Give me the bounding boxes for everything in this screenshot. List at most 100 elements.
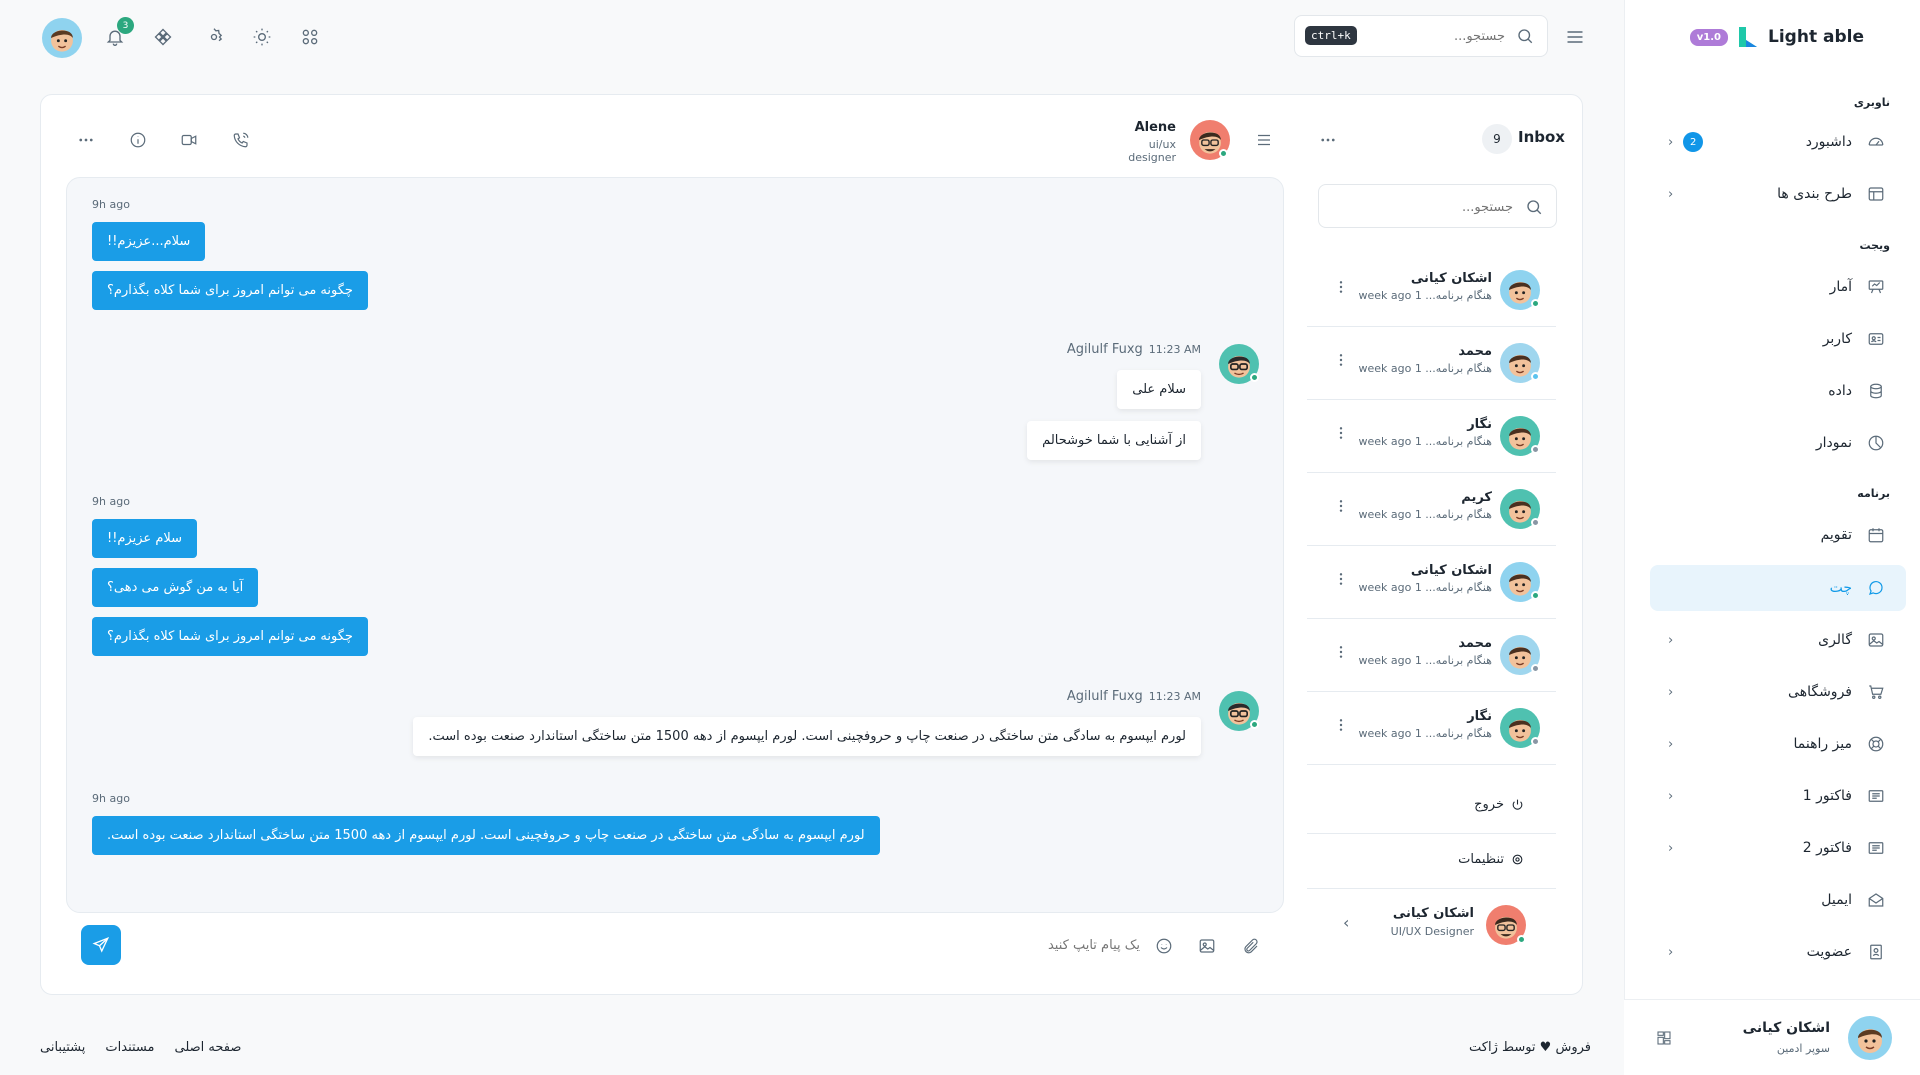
search-input[interactable] <box>1355 24 1505 48</box>
stats-icon <box>1866 277 1886 297</box>
header-avatar[interactable] <box>42 18 82 58</box>
sun-icon[interactable] <box>252 27 272 47</box>
footer-link-docs[interactable]: مستندات <box>105 1040 154 1055</box>
contact-item[interactable]: اشکان کیانی هنگام برنامه... 1 week ago <box>1307 255 1556 327</box>
layout-icon <box>1866 184 1886 204</box>
sidebar-item-label: کاربر <box>1822 331 1852 347</box>
hamburger-icon[interactable] <box>1254 130 1274 150</box>
contact-preview: هنگام برنامه... 1 week ago <box>1358 289 1492 302</box>
chevron-left-icon[interactable]: ‹ <box>1343 913 1349 932</box>
sidebar-item-helpdesk[interactable]: میز راهنما ‹ <box>1650 721 1906 767</box>
invoice-icon <box>1866 838 1886 858</box>
database-icon <box>1866 381 1886 401</box>
contact-preview: هنگام برنامه... 1 week ago <box>1358 727 1492 740</box>
kebab-menu-icon[interactable] <box>1333 717 1349 733</box>
menu-toggle-icon[interactable] <box>1565 27 1585 47</box>
sidebar-item-label: آمار <box>1829 279 1852 295</box>
diamond-grid-icon[interactable] <box>153 27 173 47</box>
current-user-card[interactable]: اشکان کیانی UI/UX Designer ‹ <box>1307 895 1556 955</box>
kebab-menu-icon[interactable] <box>1333 498 1349 514</box>
sidebar-item-stats[interactable]: آمار <box>1650 264 1906 310</box>
kebab-menu-icon[interactable] <box>1333 644 1349 660</box>
image-icon[interactable] <box>1197 936 1217 956</box>
sidebar-item-chat[interactable]: چت <box>1650 565 1906 611</box>
sidebar-item-invoice-2[interactable]: فاکتور 2 ‹ <box>1650 825 1906 871</box>
logout-item[interactable]: خروج <box>1307 780 1556 834</box>
online-status-dot <box>1517 935 1526 944</box>
more-icon[interactable] <box>1318 130 1338 150</box>
nav-caption: ناوبری <box>1853 96 1890 109</box>
phone-call-icon[interactable] <box>231 130 251 150</box>
online-status-dot <box>1219 149 1228 158</box>
contact-item[interactable]: کریم هنگام برنامه... 1 week ago <box>1307 474 1556 546</box>
contact-item[interactable]: اشکان کیانی هنگام برنامه... 1 week ago <box>1307 547 1556 619</box>
layout-switch-icon[interactable] <box>1654 1028 1674 1048</box>
message-input[interactable] <box>940 932 1140 958</box>
attachment-icon[interactable] <box>1241 936 1261 956</box>
sender-line: Agilulf Fuxg 11:23 AM <box>1067 342 1201 357</box>
sidebar-item-email[interactable]: ایمیل <box>1650 877 1906 923</box>
sidebar-item-label: داده <box>1828 383 1852 399</box>
widget-caption: ویجت <box>1859 239 1890 252</box>
contact-item[interactable]: محمد هنگام برنامه... 1 week ago <box>1307 328 1556 400</box>
global-search[interactable]: ctrl+k <box>1294 15 1548 57</box>
sidebar-item-gallery[interactable]: گالری ‹ <box>1650 617 1906 663</box>
sidebar-item-label: میز راهنما <box>1793 736 1852 752</box>
sidebar-item-chart[interactable]: نمودار <box>1650 420 1906 466</box>
kebab-menu-icon[interactable] <box>1333 425 1349 441</box>
sidebar-item-shop[interactable]: فروشگاهی ‹ <box>1650 669 1906 715</box>
status-dot <box>1531 445 1540 454</box>
inbox-search-input[interactable] <box>1333 195 1513 219</box>
dashboard-icon <box>1866 132 1886 152</box>
contact-item[interactable]: نگار هنگام برنامه... 1 week ago <box>1307 401 1556 473</box>
status-dot <box>1531 737 1540 746</box>
sidebar-item-dashboard[interactable]: داشبورد 2 ‹ <box>1650 119 1906 165</box>
user-role: سوپر ادمین <box>1776 1042 1830 1055</box>
contact-name: نگار <box>1467 709 1492 724</box>
chevron-left-icon: ‹ <box>1668 632 1674 648</box>
sidebar-item-invoice-1[interactable]: فاکتور 1 ‹ <box>1650 773 1906 819</box>
contact-preview: هنگام برنامه... 1 week ago <box>1358 581 1492 594</box>
apps-icon[interactable] <box>300 27 320 47</box>
brand-logo[interactable]: v1.0 Light able <box>1689 20 1864 54</box>
sidebar-item-layouts[interactable]: طرح بندی ها ‹ <box>1650 171 1906 217</box>
footer-link-home[interactable]: صفحه اصلی <box>175 1040 242 1055</box>
sidebar-item-data[interactable]: داده <box>1650 368 1906 414</box>
sidebar-item-calendar[interactable]: تقویم <box>1650 512 1906 558</box>
kebab-menu-icon[interactable] <box>1333 352 1349 368</box>
chevron-left-icon: ‹ <box>1668 736 1674 752</box>
kebab-menu-icon[interactable] <box>1333 571 1349 587</box>
calendar-icon <box>1866 525 1886 545</box>
sidebar-item-label: گالری <box>1818 632 1852 648</box>
peer-name: Alene <box>1134 120 1176 135</box>
sidebar-item-label: چت <box>1829 580 1852 596</box>
contact-item[interactable]: نگار هنگام برنامه... 1 week ago <box>1307 693 1556 765</box>
app-caption: برنامه <box>1857 487 1890 500</box>
footer-link-support[interactable]: پشتیبانی <box>40 1040 85 1055</box>
user-card-icon <box>1866 329 1886 349</box>
message-bubble: چگونه می توانم امروز برای شما کلاه بگذار… <box>92 271 368 310</box>
online-status-dot <box>1250 720 1259 729</box>
video-call-icon[interactable] <box>179 130 199 150</box>
sidebar-user-card[interactable]: اشکان کیانی سوپر ادمین <box>1624 999 1920 1075</box>
info-icon[interactable] <box>128 130 148 150</box>
emoji-icon[interactable] <box>1154 936 1174 956</box>
contact-name: نگار <box>1467 417 1492 432</box>
chevron-left-icon: ‹ <box>1668 840 1674 856</box>
message-bubble: لورم ایپسوم به سادگی متن ساختگی در صنعت … <box>92 816 880 855</box>
send-button[interactable] <box>81 925 121 965</box>
chevron-left-icon: ‹ <box>1668 186 1674 202</box>
kebab-menu-icon[interactable] <box>1333 279 1349 295</box>
sidebar-item-label: ایمیل <box>1821 892 1852 908</box>
inbox-count: 9 <box>1482 124 1512 154</box>
inbox-search[interactable] <box>1318 184 1557 228</box>
contact-item[interactable]: محمد هنگام برنامه... 1 week ago <box>1307 620 1556 692</box>
sidebar-item-membership[interactable]: عضویت ‹ <box>1650 929 1906 975</box>
sidebar-item-user[interactable]: کاربر <box>1650 316 1906 362</box>
settings-item[interactable]: تنظیمات <box>1307 835 1556 889</box>
avatar <box>1848 1016 1892 1060</box>
contact-name: محمد <box>1458 636 1492 651</box>
sidebar-item-label: فروشگاهی <box>1788 684 1852 700</box>
more-icon[interactable] <box>76 130 96 150</box>
settings-icon[interactable] <box>204 27 224 47</box>
